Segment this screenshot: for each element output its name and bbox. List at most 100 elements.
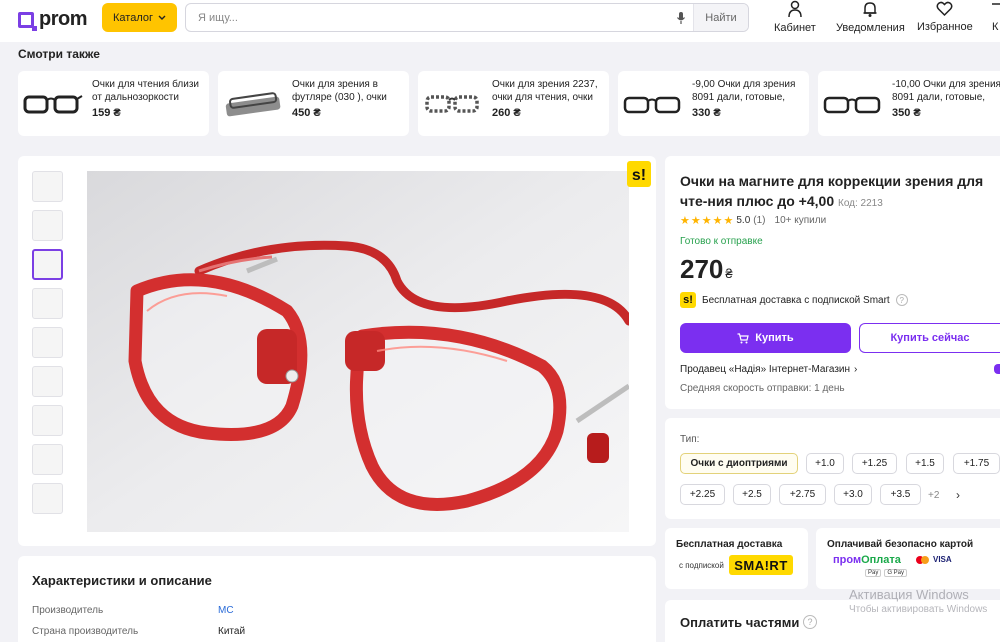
cabinet-link[interactable]: Кабинет [774, 0, 816, 34]
catalog-button[interactable]: Каталог [102, 3, 177, 32]
free-delivery-subtitle: с подпиской [679, 561, 724, 570]
variant-chip[interactable]: Очки с диоптриями [680, 453, 798, 474]
attribute-name: Производитель [32, 605, 104, 616]
variant-chip[interactable]: +1.75 [953, 453, 1000, 474]
mastercard-icon [916, 555, 929, 564]
more-variants-count[interactable]: +2 [928, 490, 939, 501]
gallery-thumbnail[interactable] [32, 444, 63, 475]
microphone-icon[interactable] [669, 11, 693, 25]
secure-payment-title: Оплачивай безопасно картой [827, 539, 974, 550]
prom-pay-a: пром [833, 554, 862, 566]
gallery-thumbnail[interactable] [32, 171, 63, 202]
related-title: Очки для зрения 2237, очки для чтения, о… [492, 79, 598, 103]
related-price: 260 ₴ [492, 107, 521, 119]
help-icon[interactable]: ? [803, 615, 817, 629]
characteristics-section: Характеристики и описание Производитель … [18, 556, 656, 642]
product-gallery: s! [18, 156, 656, 546]
attribute-name: Страна производитель [32, 626, 139, 637]
gallery-thumbnail[interactable] [32, 210, 63, 241]
cart-link[interactable]: К [992, 0, 1000, 33]
attribute-value: Китай [218, 626, 246, 637]
visa-logo: VISA [933, 555, 952, 564]
apple-pay-icon: Pay [865, 569, 882, 577]
related-title: Очки для чтения близи от дальнозоркости [92, 79, 200, 103]
header: prom Каталог Найти Кабинет Уведомления И… [0, 0, 1000, 42]
main-product-photo[interactable] [87, 171, 629, 532]
rating-value: 5.0 [736, 215, 751, 226]
variant-chip[interactable]: +2.25 [680, 484, 725, 505]
product-thumbnail [623, 96, 681, 114]
related-product-card[interactable]: -9,00 Очки для зрения 8091 дали, готовые… [618, 71, 809, 136]
installments-title: Оплатить частями [680, 615, 800, 630]
variant-chip[interactable]: +2.75 [779, 484, 826, 505]
card-logos: VISA [916, 555, 952, 564]
prom-logo-icon [18, 11, 37, 31]
related-product-card[interactable]: Очки для зрения 2237, очки для чтения, о… [418, 71, 609, 136]
variant-chip[interactable]: +3.0 [834, 484, 872, 505]
related-price: 159 ₴ [92, 107, 121, 119]
variant-chip[interactable]: +3.5 [880, 484, 921, 505]
product-thumbnail [23, 95, 83, 114]
rating-row[interactable]: ★ ★ ★ ★ ★ 5.0 (1) 10+ купили [680, 214, 826, 227]
chat-icon[interactable] [994, 364, 1000, 374]
watermark-line-2: Чтобы активировать Windows [849, 604, 988, 615]
related-title: Очки для зрения в футляре (030 ), очки [292, 79, 387, 103]
secure-payment-card[interactable]: Оплачивай безопасно картой промОплата VI… [816, 528, 1000, 589]
attribute-value-link[interactable]: MC [218, 605, 234, 616]
variant-chip[interactable]: +1.5 [906, 453, 944, 474]
search-bar: Найти [185, 3, 749, 32]
notifications-label: Уведомления [836, 22, 905, 34]
buy-button[interactable]: Купить [680, 323, 851, 353]
chevron-down-icon [158, 15, 166, 20]
related-product-card[interactable]: Очки для зрения в футляре (030 ), очки 4… [218, 71, 409, 136]
help-icon[interactable]: ? [895, 294, 908, 306]
variant-chip[interactable]: +2.5 [733, 484, 771, 505]
variant-chip[interactable]: +1.25 [852, 453, 897, 474]
product-info-panel: Очки на магните для коррекции зрения для… [665, 156, 1000, 409]
seller-link[interactable]: Продавец «Надія» Інтернет-Магазин › [680, 364, 857, 375]
windows-activation-watermark: Активация Windows Чтобы активировать Win… [849, 587, 987, 615]
buy-now-button[interactable]: Купить сейчас [859, 323, 1000, 353]
product-title-text: Очки на магните для коррекции зрения для… [680, 173, 984, 209]
related-product-card[interactable]: -10,00 Очки для зрения 8091 дали, готовы… [818, 71, 1000, 136]
gallery-thumbnail[interactable] [32, 327, 63, 358]
gallery-thumbnail[interactable] [32, 288, 63, 319]
rating-stars-icon: ★ ★ ★ ★ ★ [680, 215, 734, 227]
favorites-link[interactable]: Избранное [917, 0, 973, 33]
gallery-thumbnail[interactable] [32, 366, 63, 397]
free-delivery-card[interactable]: Бесплатная доставка с подпиской SMA!RT [665, 528, 808, 589]
cart-icon [737, 332, 750, 343]
currency: ₴ [725, 266, 733, 281]
bell-icon [863, 2, 877, 17]
chevron-right-icon[interactable]: › [956, 488, 960, 502]
gallery-thumbnail[interactable] [32, 405, 63, 436]
notifications-link[interactable]: Уведомления [836, 0, 905, 34]
cabinet-label: Кабинет [774, 22, 816, 34]
product-title: Очки на магните для коррекции зрения для… [680, 171, 995, 214]
logo-text: prom [39, 8, 88, 30]
chevron-right-icon: › [854, 364, 858, 375]
smart-logo: SMA!RT [729, 555, 793, 575]
smart-delivery-text: Бесплатная доставка с подпиской Smart [702, 294, 890, 306]
free-delivery-title: Бесплатная доставка [676, 539, 783, 550]
search-input[interactable] [186, 11, 669, 24]
search-button[interactable]: Найти [693, 4, 748, 31]
see-also-title: Смотри также [18, 47, 100, 61]
seller-name: Продавец «Надія» Інтернет-Магазин [680, 364, 851, 375]
related-price: 330 ₴ [692, 107, 721, 119]
gallery-thumbnail[interactable] [32, 249, 63, 280]
wallet-logos: Pay G Pay [865, 569, 908, 577]
google-pay-icon: G Pay [884, 569, 908, 577]
user-icon [788, 0, 802, 18]
related-product-card[interactable]: Очки для чтения близи от дальнозоркости … [18, 71, 209, 136]
product-thumbnail [425, 95, 479, 113]
prom-logo[interactable]: prom [18, 8, 88, 31]
smart-icon: s! [680, 292, 696, 308]
related-price: 450 ₴ [292, 107, 321, 119]
product-thumbnail [225, 92, 281, 117]
related-title: -10,00 Очки для зрения 8091 дали, готовы… [892, 79, 1000, 103]
smart-delivery-row: s! Бесплатная доставка с подпиской Smart… [680, 292, 908, 308]
reviews-count: (1) [753, 215, 766, 226]
gallery-thumbnail[interactable] [32, 483, 63, 514]
variant-chip[interactable]: +1.0 [806, 453, 844, 474]
